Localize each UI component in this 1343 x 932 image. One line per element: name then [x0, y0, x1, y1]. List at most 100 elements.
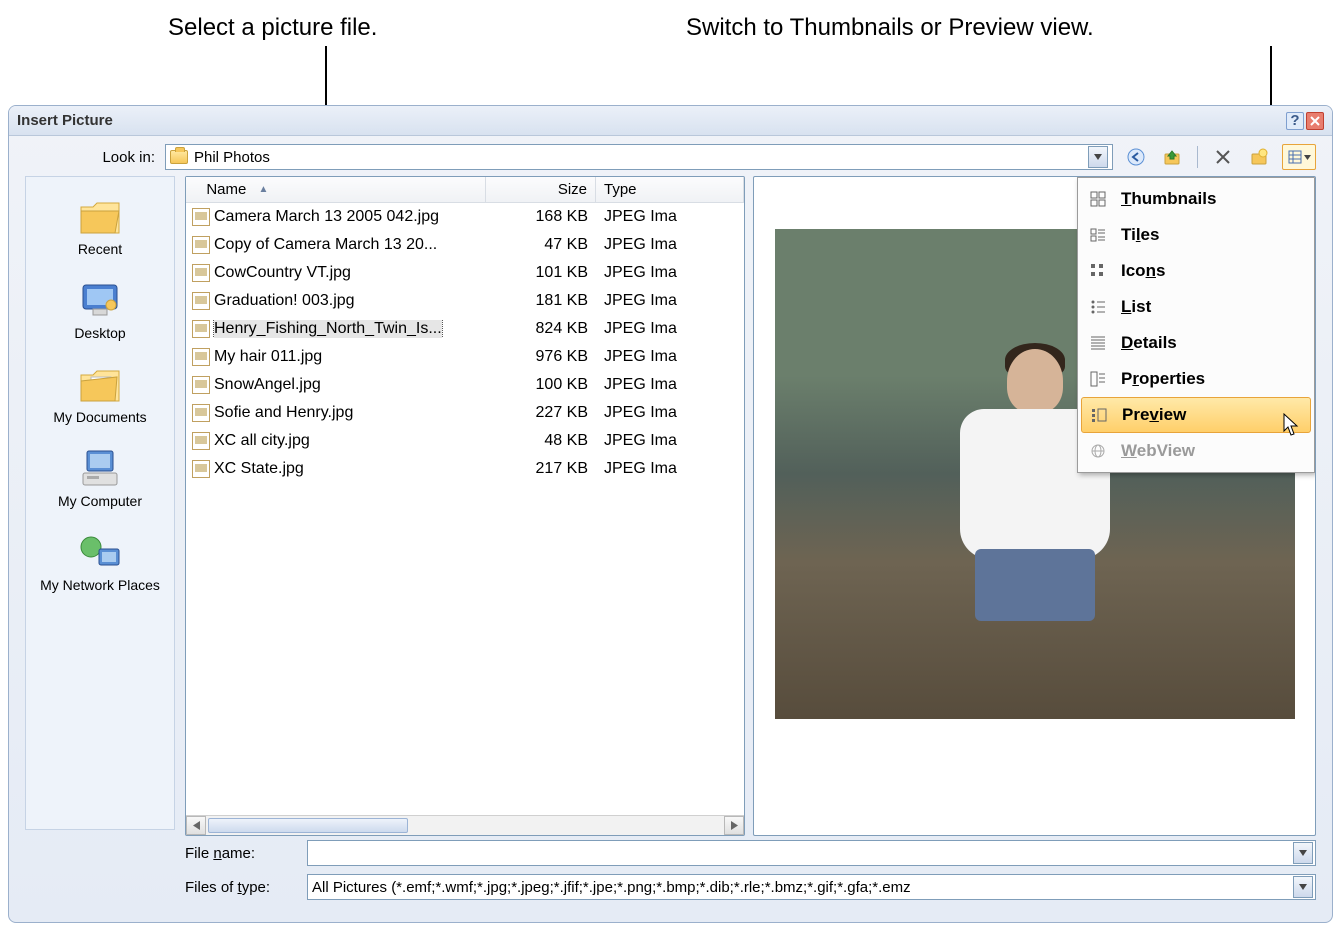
views-menu-label: List [1121, 297, 1151, 317]
place-desktop[interactable]: Desktop [26, 271, 174, 355]
image-file-icon [192, 208, 210, 226]
views-menu-item[interactable]: Details [1081, 325, 1311, 361]
filename-input[interactable] [307, 840, 1316, 866]
file-row[interactable]: SnowAngel.jpg100 KBJPEG Ima [186, 371, 744, 399]
filetype-row: Files of type: All Pictures (*.emf;*.wmf… [185, 874, 1316, 900]
file-size: 100 KB [486, 376, 596, 394]
icons-icon [1087, 263, 1109, 279]
file-name: Graduation! 003.jpg [214, 292, 355, 310]
image-file-icon [192, 292, 210, 310]
file-type: JPEG Ima [596, 404, 744, 422]
column-header-type[interactable]: Type [596, 177, 744, 202]
details-icon [1087, 335, 1109, 351]
filetype-dropdown-button[interactable] [1293, 876, 1313, 898]
up-one-level-button[interactable] [1159, 144, 1185, 170]
file-size: 48 KB [486, 432, 596, 450]
file-type: JPEG Ima [596, 432, 744, 450]
scroll-track[interactable] [206, 816, 724, 835]
filename-label: File name: [185, 845, 297, 862]
lookin-combo[interactable]: Phil Photos [165, 144, 1113, 170]
file-name: Henry_Fishing_North_Twin_Is... [214, 320, 442, 338]
filetype-label: Files of type: [185, 879, 297, 896]
image-file-icon [192, 348, 210, 366]
callout-right: Switch to Thumbnails or Preview view. [686, 14, 1094, 42]
views-menu-label: Tiles [1121, 225, 1159, 245]
file-type: JPEG Ima [596, 292, 744, 310]
file-row[interactable]: Sofie and Henry.jpg227 KBJPEG Ima [186, 399, 744, 427]
views-menu-item[interactable]: Icons [1081, 253, 1311, 289]
cursor-icon [1283, 413, 1301, 437]
file-row[interactable]: XC all city.jpg 48 KBJPEG Ima [186, 427, 744, 455]
file-name: XC State.jpg [214, 460, 304, 478]
titlebar[interactable]: Insert Picture ? [9, 106, 1332, 136]
views-menu-item[interactable]: Thumbnails [1081, 181, 1311, 217]
places-bar: Recent Desktop My Documents My Computer … [25, 176, 175, 830]
file-list[interactable]: Camera March 13 2005 042.jpg168 KBJPEG I… [186, 203, 744, 815]
back-button[interactable] [1123, 144, 1149, 170]
views-menu-label: WebView [1121, 441, 1195, 461]
scroll-thumb[interactable] [208, 818, 408, 833]
list-icon [1087, 299, 1109, 315]
close-button[interactable] [1306, 112, 1324, 130]
bottom-inputs: File name: Files of type: All Pictures (… [9, 836, 1332, 916]
file-row[interactable]: Henry_Fishing_North_Twin_Is... 824 KBJPEG… [186, 315, 744, 343]
views-menu-item[interactable]: Preview [1081, 397, 1311, 433]
column-header-name[interactable]: Name ▲ [186, 177, 486, 202]
dialog-title: Insert Picture [17, 112, 1284, 129]
file-name: XC all city.jpg [214, 432, 310, 450]
views-menu-item[interactable]: Tiles [1081, 217, 1311, 253]
column-header-size[interactable]: Size [486, 177, 596, 202]
file-row[interactable]: My hair 011.jpg976 KBJPEG Ima [186, 343, 744, 371]
image-file-icon [192, 264, 210, 282]
scroll-left-button[interactable] [186, 816, 206, 835]
file-size: 217 KB [486, 460, 596, 478]
place-recent[interactable]: Recent [26, 187, 174, 271]
file-row[interactable]: XC State.jpg217 KBJPEG Ima [186, 455, 744, 483]
file-size: 824 KB [486, 320, 596, 338]
props-icon [1087, 371, 1109, 387]
preview-pane: Thumbnails Tiles Icons List Details Propertie… [753, 176, 1316, 836]
views-menu-item[interactable]: List [1081, 289, 1311, 325]
delete-button[interactable] [1210, 144, 1236, 170]
place-mycomputer[interactable]: My Computer [26, 439, 174, 523]
place-mydocuments[interactable]: My Documents [26, 355, 174, 439]
recent-icon [77, 195, 123, 237]
web-icon [1087, 443, 1109, 459]
file-row[interactable]: Camera March 13 2005 042.jpg 168 KBJPEG I… [186, 203, 744, 231]
views-menu-item[interactable]: Properties [1081, 361, 1311, 397]
lookin-folder-name: Phil Photos [194, 149, 270, 166]
help-button[interactable]: ? [1286, 112, 1304, 130]
main-panes: Name ▲ Size Type Camera March 13 2005 04… [185, 176, 1332, 836]
file-row[interactable]: Graduation! 003.jpg181 KBJPEG Ima [186, 287, 744, 315]
views-menu: Thumbnails Tiles Icons List Details Propertie… [1077, 177, 1315, 473]
views-menu-label: Details [1121, 333, 1177, 353]
horizontal-scrollbar[interactable] [186, 815, 744, 835]
file-type: JPEG Ima [596, 320, 744, 338]
file-name: Camera March 13 2005 042.jpg [214, 208, 439, 226]
image-file-icon [192, 236, 210, 254]
file-size: 168 KB [486, 208, 596, 226]
new-folder-button[interactable] [1246, 144, 1272, 170]
lookin-label: Look in: [25, 149, 155, 166]
mydocuments-icon [77, 363, 123, 405]
image-file-icon [192, 376, 210, 394]
filename-dropdown-button[interactable] [1293, 842, 1313, 864]
body-area: Recent Desktop My Documents My Computer … [9, 176, 1332, 836]
scroll-right-button[interactable] [724, 816, 744, 835]
file-type: JPEG Ima [596, 376, 744, 394]
file-size: 47 KB [486, 236, 596, 254]
file-type: JPEG Ima [596, 348, 744, 366]
file-row[interactable]: CowCountry VT.jpg101 KBJPEG Ima [186, 259, 744, 287]
lookin-dropdown-button[interactable] [1088, 146, 1108, 168]
file-list-pane: Name ▲ Size Type Camera March 13 2005 04… [185, 176, 745, 836]
image-file-icon [192, 432, 210, 450]
folder-icon [170, 150, 188, 164]
desktop-icon [77, 279, 123, 321]
file-type: JPEG Ima [596, 208, 744, 226]
filetype-input[interactable]: All Pictures (*.emf;*.wmf;*.jpg;*.jpeg;*… [307, 874, 1316, 900]
views-button[interactable] [1282, 144, 1316, 170]
file-row[interactable]: Copy of Camera March 13 20...47 KBJPEG I… [186, 231, 744, 259]
file-name: Sofie and Henry.jpg [214, 404, 353, 422]
file-name: My hair 011.jpg [214, 348, 322, 366]
place-networkplaces[interactable]: My Network Places [26, 523, 174, 607]
